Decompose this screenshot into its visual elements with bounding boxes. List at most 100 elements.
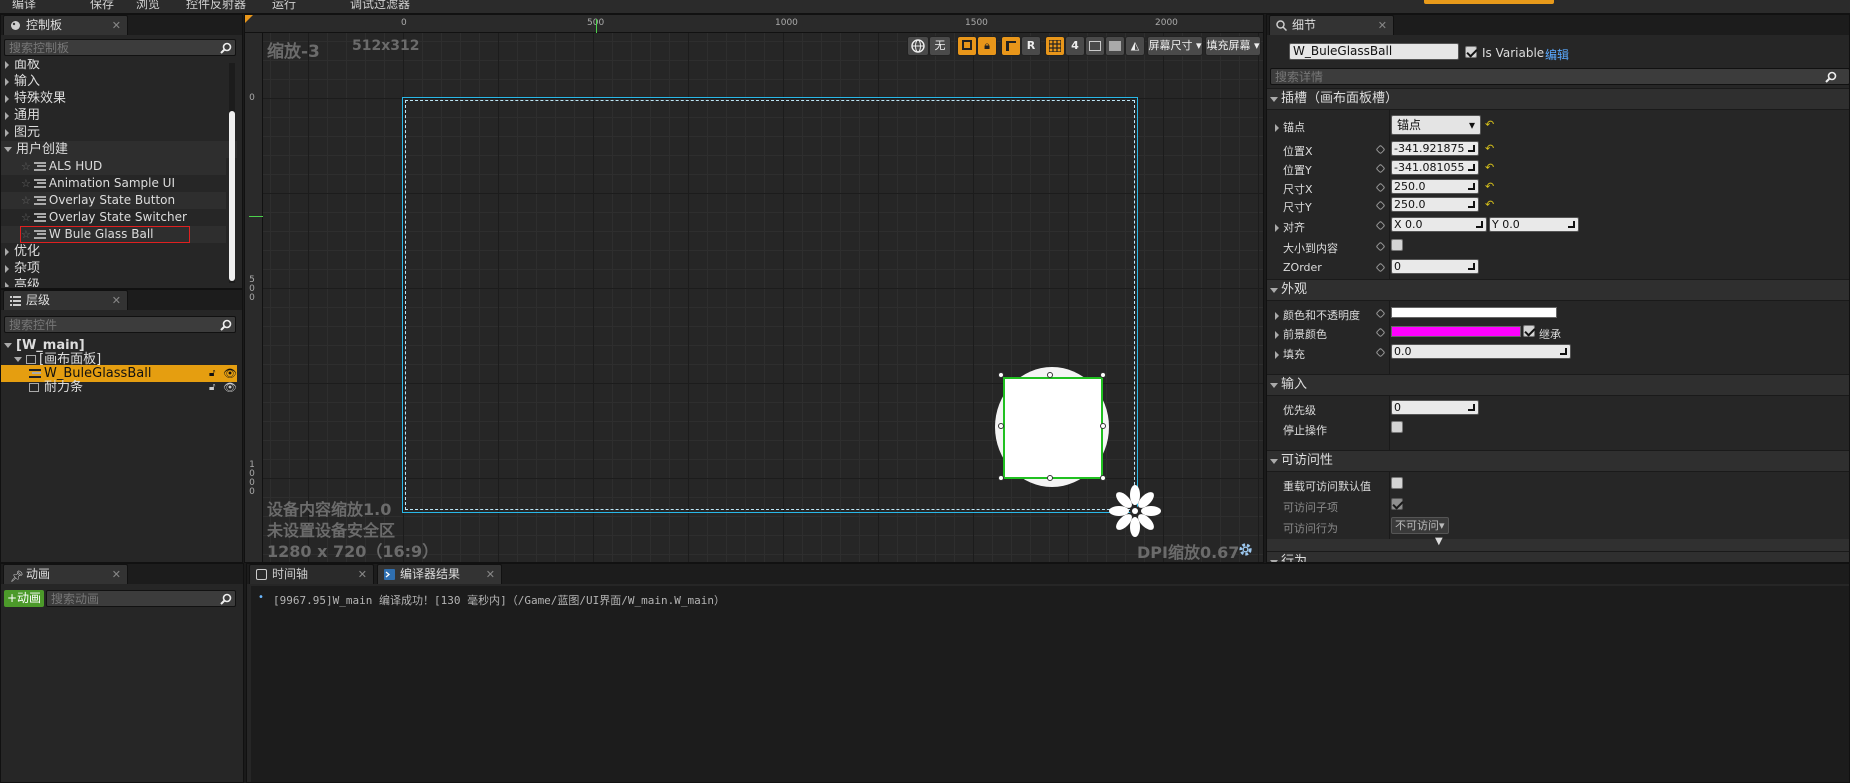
measure-button[interactable] <box>1085 36 1105 56</box>
animation-search-input[interactable]: 搜索动画 <box>46 590 236 607</box>
browse-button[interactable]: 浏览 <box>136 0 160 12</box>
palette-item[interactable]: ☆ Overlay State Button <box>1 192 226 209</box>
priority-field[interactable]: 0 <box>1391 400 1479 415</box>
category-panel[interactable]: 面板 <box>1 59 40 73</box>
color-opacity-swatch[interactable] <box>1391 307 1557 318</box>
star-icon[interactable]: ☆ <box>21 194 31 207</box>
category-user-created[interactable]: 用户创建 <box>1 141 237 158</box>
resize-handle[interactable] <box>1047 372 1053 378</box>
lock-icon[interactable]: 🔓︎ <box>209 379 215 396</box>
mirror-button[interactable]: ◭ <box>1125 36 1145 56</box>
add-animation-button[interactable]: +动画 <box>4 590 44 607</box>
log-line[interactable]: [9967.95]W_main 编译成功！[130 毫秒内]（/Game/蓝图/… <box>273 592 725 608</box>
tab-palette[interactable]: 控制板 ✕ <box>3 15 128 35</box>
screen-size-dropdown[interactable]: 屏幕尺寸 ▾ <box>1147 36 1203 56</box>
link-icon[interactable] <box>1375 262 1386 273</box>
reset-icon[interactable]: ↶ <box>1485 198 1494 211</box>
reset-icon[interactable]: ↶ <box>1485 142 1494 155</box>
size-x-field[interactable]: 250.0 <box>1391 179 1479 194</box>
resize-handle[interactable] <box>998 423 1004 429</box>
gear-icon[interactable] <box>1238 542 1253 557</box>
image-button[interactable] <box>1105 36 1125 56</box>
widget-name-input[interactable]: W_BuleGlassBall <box>1289 43 1459 60</box>
close-icon[interactable]: ✕ <box>112 16 121 35</box>
link-icon[interactable] <box>1375 200 1386 211</box>
details-search-input[interactable]: 搜索详情 <box>1270 68 1849 85</box>
close-icon[interactable]: ✕ <box>1378 16 1387 35</box>
align-y-field[interactable]: Y 0.0 <box>1489 217 1579 232</box>
is-variable-checkbox[interactable] <box>1465 46 1477 58</box>
link-icon[interactable] <box>1375 220 1386 231</box>
section-accessibility[interactable]: 可访问性 <box>1267 450 1849 472</box>
link-icon[interactable] <box>1375 182 1386 193</box>
globe-button[interactable] <box>907 36 929 56</box>
scrollbar-thumb[interactable] <box>229 111 235 281</box>
section-input[interactable]: 输入 <box>1267 374 1849 396</box>
layout-button[interactable] <box>1001 36 1021 56</box>
resize-handle[interactable] <box>1100 475 1106 481</box>
padding-field[interactable]: 0.0 <box>1391 344 1571 359</box>
close-icon[interactable]: ✕ <box>112 565 121 584</box>
foreground-color-swatch[interactable] <box>1391 326 1521 337</box>
tab-compiler-results[interactable]: 编译器结果 ✕ <box>377 564 502 584</box>
grid-size-button[interactable]: 4 <box>1065 36 1085 56</box>
edit-link[interactable]: 编辑 <box>1545 46 1569 63</box>
close-icon[interactable]: ✕ <box>112 291 121 310</box>
link-icon[interactable] <box>1375 163 1386 174</box>
section-behavior[interactable]: 行为 <box>1267 551 1849 562</box>
localization-none-button[interactable]: 无 <box>929 36 951 56</box>
link-icon[interactable] <box>1375 347 1386 358</box>
pos-x-field[interactable]: -341.921875 <box>1391 141 1479 156</box>
eye-icon[interactable]: 👁︎ <box>223 379 237 396</box>
resize-handle[interactable] <box>1047 475 1053 481</box>
tab-details[interactable]: 细节 ✕ <box>1269 15 1394 35</box>
grid-snap-button[interactable] <box>1045 36 1065 56</box>
anchor-dropdown[interactable]: 锚点 ▾ <box>1391 115 1481 135</box>
category-primitive[interactable]: 图元 <box>1 124 40 141</box>
run-button[interactable]: 运行 <box>272 0 296 12</box>
palette-item[interactable]: ☆ ALS HUD <box>1 158 226 175</box>
category-common[interactable]: 通用 <box>1 107 40 124</box>
palette-item[interactable]: ☆ Animation Sample UI <box>1 175 226 192</box>
close-icon[interactable]: ✕ <box>486 565 495 584</box>
close-icon[interactable]: ✕ <box>358 565 367 584</box>
star-icon[interactable]: ☆ <box>21 177 31 190</box>
resize-handle[interactable] <box>998 372 1004 378</box>
tab-timeline[interactable]: 时间轴 ✕ <box>249 564 374 584</box>
debug-filter-button[interactable]: 调试过滤器 <box>350 0 410 12</box>
link-icon[interactable] <box>1375 327 1386 338</box>
compile-button[interactable]: 编译 <box>12 0 36 12</box>
align-x-field[interactable]: X 0.0 <box>1391 217 1487 232</box>
category-input[interactable]: 输入 <box>1 73 40 90</box>
r-button[interactable]: R <box>1021 36 1041 56</box>
toolbar-orange-button[interactable] <box>1424 0 1554 4</box>
tree-item[interactable]: 耐力条 🔓︎ 👁︎ <box>1 379 237 396</box>
resize-handle[interactable] <box>1100 423 1106 429</box>
lock-button[interactable]: 🔒︎ <box>977 36 997 56</box>
transform-button[interactable] <box>957 36 977 56</box>
resize-handle[interactable] <box>1100 372 1106 378</box>
tab-hierarchy[interactable]: 层级 ✕ <box>3 290 128 310</box>
save-button[interactable]: 保存 <box>90 0 114 12</box>
reset-icon[interactable]: ↶ <box>1485 161 1494 174</box>
category-special-effects[interactable]: 特殊效果 <box>1 90 66 107</box>
star-icon[interactable]: ☆ <box>21 160 31 173</box>
advanced-expander[interactable]: ▼ <box>1267 536 1849 551</box>
link-icon[interactable] <box>1375 241 1386 252</box>
scrollbar-track[interactable] <box>229 63 235 283</box>
palette-search-input[interactable]: 搜索控制板 <box>4 39 236 56</box>
category-misc[interactable]: 杂项 <box>1 260 40 277</box>
override-accessible-checkbox[interactable] <box>1391 477 1403 489</box>
category-optimization[interactable]: 优化 <box>1 243 40 260</box>
zorder-field[interactable]: 0 <box>1391 259 1479 274</box>
designer-viewport[interactable]: 0 500 1000 1500 2000 0 5 0 0 1 0 0 0 缩放-… <box>244 14 1264 563</box>
hierarchy-search-input[interactable]: 搜索控件 <box>4 316 236 333</box>
category-advanced[interactable]: 高级 <box>1 277 40 287</box>
stop-action-checkbox[interactable] <box>1391 421 1403 433</box>
selected-widget-box[interactable] <box>1003 377 1103 479</box>
inherit-checkbox[interactable] <box>1523 325 1535 337</box>
size-to-content-checkbox[interactable] <box>1391 239 1403 251</box>
reset-icon[interactable]: ↶ <box>1485 118 1494 131</box>
section-appearance[interactable]: 外观 <box>1267 279 1849 301</box>
reset-icon[interactable]: ↶ <box>1485 180 1494 193</box>
